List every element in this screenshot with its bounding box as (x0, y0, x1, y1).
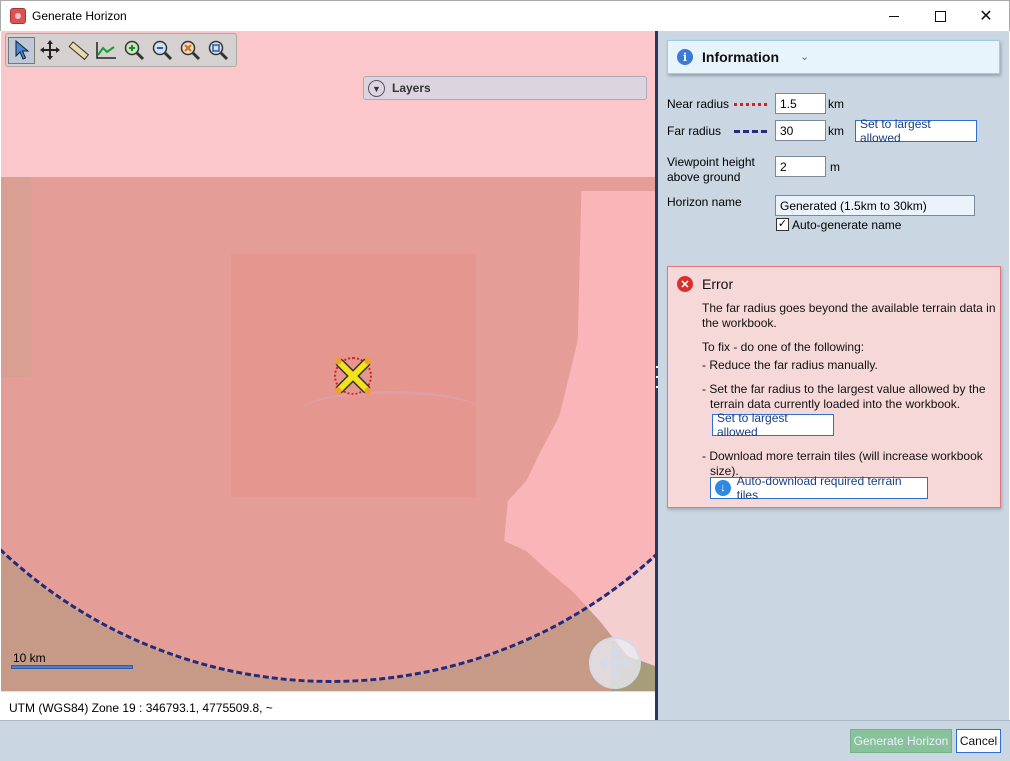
auto-generate-checkbox[interactable]: ✓ (776, 218, 789, 231)
cursor-arrow-icon (15, 40, 29, 60)
title-bar: Generate Horizon ✕ (0, 0, 1010, 31)
viewpoint-height-label-line1: Viewpoint height (667, 155, 755, 169)
information-title: Information (702, 49, 779, 65)
cancel-button[interactable]: Cancel (956, 729, 1001, 753)
profile-chart-icon (95, 42, 116, 59)
auto-download-tiles-button[interactable]: ↓ Auto-download required terrain tiles (710, 474, 928, 502)
error-title: Error (702, 276, 734, 292)
chevron-down-icon: ▼ (368, 80, 385, 97)
error-panel: ✕ Error The far radius goes beyond the a… (667, 266, 1001, 508)
zoom-extents-button[interactable] (204, 37, 231, 64)
zoom-out-icon (152, 40, 172, 61)
fix-option-set-largest-line2: terrain data currently loaded into the w… (710, 397, 961, 411)
status-bar: UTM (WGS84) Zone 19 : 346793.1, 4775509.… (1, 691, 655, 720)
error-icon: ✕ (677, 276, 693, 292)
viewpoint-height-label-line2: above ground (667, 170, 741, 184)
viewpoint-height-input[interactable]: 2 (775, 156, 826, 177)
measure-tool-button[interactable] (64, 37, 91, 64)
fix-option-download-line1: - Download more terrain tiles (will incr… (702, 449, 983, 463)
coordinate-readout: UTM (WGS84) Zone 19 : 346793.1, 4775509.… (9, 701, 273, 715)
near-radius-unit: km (828, 97, 844, 111)
near-radius-line-sample (734, 103, 767, 106)
settings-panel: i Information ⌄ Near radius 1.5 km Far r… (658, 31, 1009, 720)
scale-label: 10 km (13, 651, 46, 665)
window-title: Generate Horizon (32, 9, 127, 23)
maximize-button[interactable] (917, 1, 963, 31)
map-toolbar (5, 33, 237, 67)
close-button[interactable]: ✕ (963, 1, 1009, 31)
near-radius-label: Near radius (667, 97, 730, 111)
pan-tool-button[interactable] (36, 37, 63, 64)
elevation-profile-button[interactable] (92, 37, 119, 64)
minimize-button[interactable] (871, 1, 917, 31)
horizon-name-input[interactable]: Generated (1.5km to 30km) (775, 195, 975, 216)
zoom-out-button[interactable] (148, 37, 175, 64)
zoom-extents-icon (208, 40, 228, 61)
scale-bar (11, 665, 133, 669)
near-radius-input[interactable]: 1.5 (775, 93, 826, 114)
auto-download-tiles-label: Auto-download required terrain tiles (736, 474, 902, 502)
dialog-footer: Generate Horizon Cancel (0, 720, 1010, 761)
layers-label: Layers (392, 81, 431, 95)
pan-compass-icon (597, 645, 633, 681)
far-radius-input[interactable]: 30 (775, 120, 826, 141)
error-message-line2: the workbook. (702, 316, 777, 330)
viewpoint-marker[interactable] (332, 355, 374, 397)
fix-option-reduce: - Reduce the far radius manually. (702, 358, 878, 372)
far-radius-circle (1, 31, 655, 683)
far-radius-label: Far radius (667, 124, 722, 138)
info-icon: i (677, 49, 693, 65)
fix-option-set-largest-line1: - Set the far radius to the largest valu… (702, 382, 986, 396)
viewpoint-height-unit: m (830, 160, 840, 174)
horizon-name-label: Horizon name (667, 195, 742, 209)
ruler-icon (67, 41, 89, 61)
zoom-selection-icon (180, 40, 200, 61)
navigation-compass[interactable] (589, 637, 641, 689)
move-arrows-icon (39, 40, 60, 60)
zoom-in-icon (124, 40, 144, 61)
map-view[interactable]: ▼ Layers 10 km (1, 31, 655, 691)
layers-panel-toggle[interactable]: ▼ Layers (363, 76, 647, 100)
far-radius-unit: km (828, 124, 844, 138)
auto-generate-label: Auto-generate name (792, 218, 902, 232)
error-message-line1: The far radius goes beyond the available… (702, 301, 996, 315)
chevron-down-icon: ⌄ (800, 51, 810, 63)
fix-intro: To fix - do one of the following: (702, 340, 865, 354)
information-header[interactable]: i Information ⌄ (667, 40, 1000, 74)
zoom-in-button[interactable] (120, 37, 147, 64)
error-set-to-largest-allowed-button[interactable]: Set to largest allowed (712, 411, 834, 439)
set-to-largest-allowed-button[interactable]: Set to largest allowed (855, 117, 977, 145)
select-tool-button[interactable] (8, 36, 35, 64)
far-radius-line-sample (734, 130, 767, 133)
zoom-to-selection-button[interactable] (176, 37, 203, 64)
app-icon (10, 8, 26, 24)
generate-horizon-button[interactable]: Generate Horizon (850, 729, 952, 753)
download-icon: ↓ (715, 480, 731, 496)
